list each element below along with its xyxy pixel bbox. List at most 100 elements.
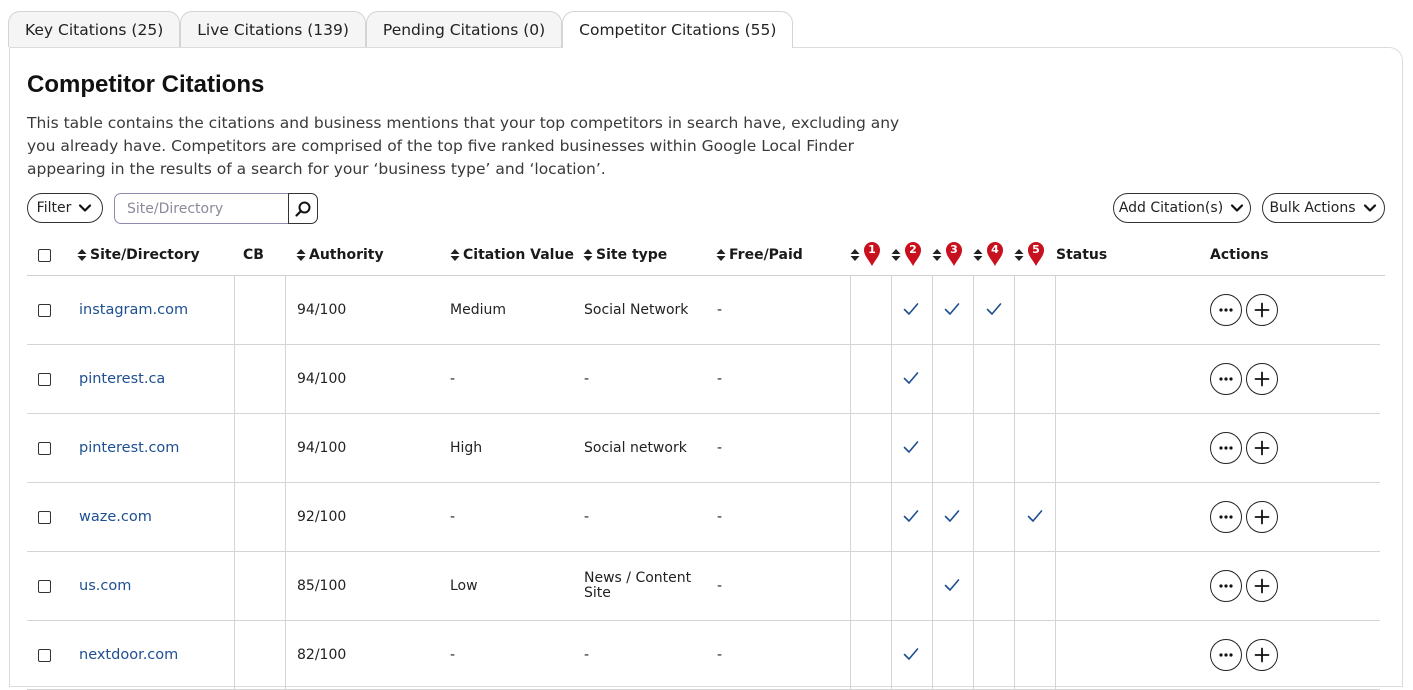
column-divider: [234, 345, 235, 413]
site-link[interactable]: nextdoor.com: [79, 647, 178, 663]
column-competitor-2[interactable]: 2: [891, 235, 922, 275]
filter-button[interactable]: Filter: [27, 193, 103, 223]
site-link[interactable]: waze.com: [79, 509, 152, 525]
more-actions-button[interactable]: [1210, 501, 1242, 533]
site-link[interactable]: instagram.com: [79, 302, 188, 318]
column-citation-value[interactable]: Citation Value: [450, 235, 574, 275]
more-actions-button[interactable]: [1210, 363, 1242, 395]
more-actions-button[interactable]: [1210, 639, 1242, 671]
row-checkbox[interactable]: [38, 648, 51, 662]
column-divider: [932, 483, 933, 551]
column-competitor-1[interactable]: 1: [850, 235, 881, 275]
chevron-down-icon: [1363, 204, 1376, 212]
plus-icon: [1254, 302, 1270, 318]
tab-key-citations[interactable]: Key Citations (25): [8, 11, 181, 47]
tab-pending-citations[interactable]: Pending Citations (0): [365, 11, 563, 47]
column-divider: [285, 414, 286, 482]
site-link[interactable]: us.com: [79, 578, 131, 594]
column-actions: Actions: [1210, 235, 1269, 275]
row-checkbox[interactable]: [38, 441, 51, 455]
check-icon: [903, 372, 919, 384]
competitor-2-cell: [903, 482, 919, 550]
add-citation-row-button[interactable]: [1246, 570, 1278, 602]
check-icon: [1027, 510, 1043, 522]
page-description: This table contains the citations and bu…: [27, 114, 900, 178]
row-select-cell: [38, 276, 51, 344]
add-citation-row-button[interactable]: [1246, 432, 1278, 464]
free-paid-cell: -: [717, 345, 722, 413]
map-pin-icon: 3: [945, 241, 963, 267]
column-divider: [234, 414, 235, 482]
column-competitor-5[interactable]: 5: [1014, 235, 1045, 275]
bulk-actions-label: Bulk Actions: [1269, 200, 1356, 216]
column-divider: [234, 621, 235, 689]
citation-value-cell: High: [450, 414, 482, 482]
column-divider: [234, 276, 235, 344]
tab-bar: Key Citations (25) Live Citations (139) …: [8, 11, 794, 48]
more-actions-button[interactable]: [1210, 570, 1242, 602]
table-header: Site/Directory CB Authority Citation Val…: [27, 235, 1385, 276]
column-divider: [891, 414, 892, 482]
column-label: CB: [243, 247, 264, 263]
row-checkbox[interactable]: [38, 303, 51, 317]
add-citation-row-button[interactable]: [1246, 639, 1278, 671]
bulk-actions-button[interactable]: Bulk Actions: [1262, 193, 1385, 223]
site-link[interactable]: pinterest.ca: [79, 371, 165, 387]
site-type-cell: News / Content Site: [584, 552, 704, 620]
authority-value: 94/100: [297, 440, 347, 456]
more-actions-button[interactable]: [1210, 294, 1242, 326]
tab-competitor-citations[interactable]: Competitor Citations (55): [562, 11, 794, 48]
page-title: Competitor Citations: [27, 71, 265, 98]
citation-value: -: [450, 509, 456, 525]
add-citation-row-button[interactable]: [1246, 294, 1278, 326]
site-type-cell: -: [584, 621, 704, 689]
citation-value-cell: -: [450, 621, 455, 689]
tab-live-citations[interactable]: Live Citations (139): [180, 11, 366, 47]
competitor-number: 5: [1032, 243, 1040, 256]
competitor-number: 4: [991, 243, 999, 256]
sort-updown-icon: [450, 249, 460, 261]
column-authority[interactable]: Authority: [296, 235, 384, 275]
column-divider: [1055, 345, 1056, 413]
row-checkbox[interactable]: [38, 579, 51, 593]
column-competitor-4[interactable]: 4: [973, 235, 1004, 275]
row-checkbox[interactable]: [38, 510, 51, 524]
check-icon: [944, 303, 960, 315]
add-citation-button[interactable]: Add Citation(s): [1113, 193, 1251, 223]
column-divider: [973, 414, 974, 482]
citation-value-cell: -: [450, 483, 455, 551]
column-divider: [285, 552, 286, 620]
competitor-number: 1: [868, 243, 876, 256]
column-free-paid[interactable]: Free/Paid: [716, 235, 803, 275]
add-citation-row-button[interactable]: [1246, 363, 1278, 395]
competitor-3-cell: [944, 482, 960, 550]
sort-updown-icon: [77, 249, 87, 261]
more-actions-button[interactable]: [1210, 432, 1242, 464]
table-row: pinterest.ca 94/100 - - -: [27, 345, 1380, 414]
site-type-cell: -: [584, 345, 704, 413]
site-link[interactable]: pinterest.com: [79, 440, 179, 456]
column-competitor-3[interactable]: 3: [932, 235, 963, 275]
authority-value: 82/100: [297, 647, 347, 663]
competitor-2-cell: [903, 620, 919, 688]
search-button[interactable]: [288, 193, 318, 224]
free-paid-value: -: [717, 302, 723, 318]
competitor-3-cell: [944, 275, 960, 343]
free-paid-cell: -: [717, 621, 722, 689]
free-paid-value: -: [717, 440, 723, 456]
authority-value: 94/100: [297, 371, 347, 387]
row-select-cell: [38, 552, 51, 620]
select-all-checkbox[interactable]: [38, 248, 51, 262]
search-input[interactable]: [114, 193, 289, 224]
add-citation-row-button[interactable]: [1246, 501, 1278, 533]
column-site-type[interactable]: Site type: [583, 235, 667, 275]
column-site[interactable]: Site/Directory: [77, 235, 200, 275]
plus-icon: [1254, 440, 1270, 456]
row-checkbox[interactable]: [38, 372, 51, 386]
free-paid-value: -: [717, 578, 723, 594]
column-divider: [932, 276, 933, 344]
column-cb: CB: [243, 235, 264, 275]
map-pin-icon: 1: [863, 241, 881, 267]
column-divider: [285, 345, 286, 413]
column-divider: [1014, 483, 1015, 551]
